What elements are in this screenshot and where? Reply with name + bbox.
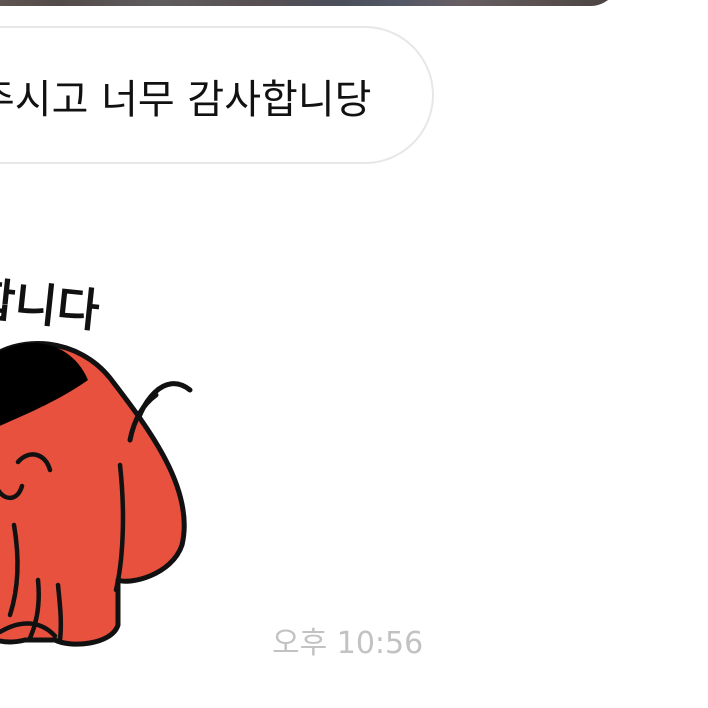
sticker-image[interactable]: 합니다 [0, 250, 220, 670]
shared-media-thumbnail[interactable] [0, 0, 620, 6]
sticker-caption: 합니다 [0, 271, 102, 338]
message-text: 주시고 너무 감사합니당 [0, 77, 372, 123]
character-leg-right [55, 582, 64, 643]
message-timestamp: 오후 10:56 [272, 626, 424, 661]
chat-canvas: 주시고 너무 감사합니당 합니다 오후 10:56 [0, 0, 708, 708]
